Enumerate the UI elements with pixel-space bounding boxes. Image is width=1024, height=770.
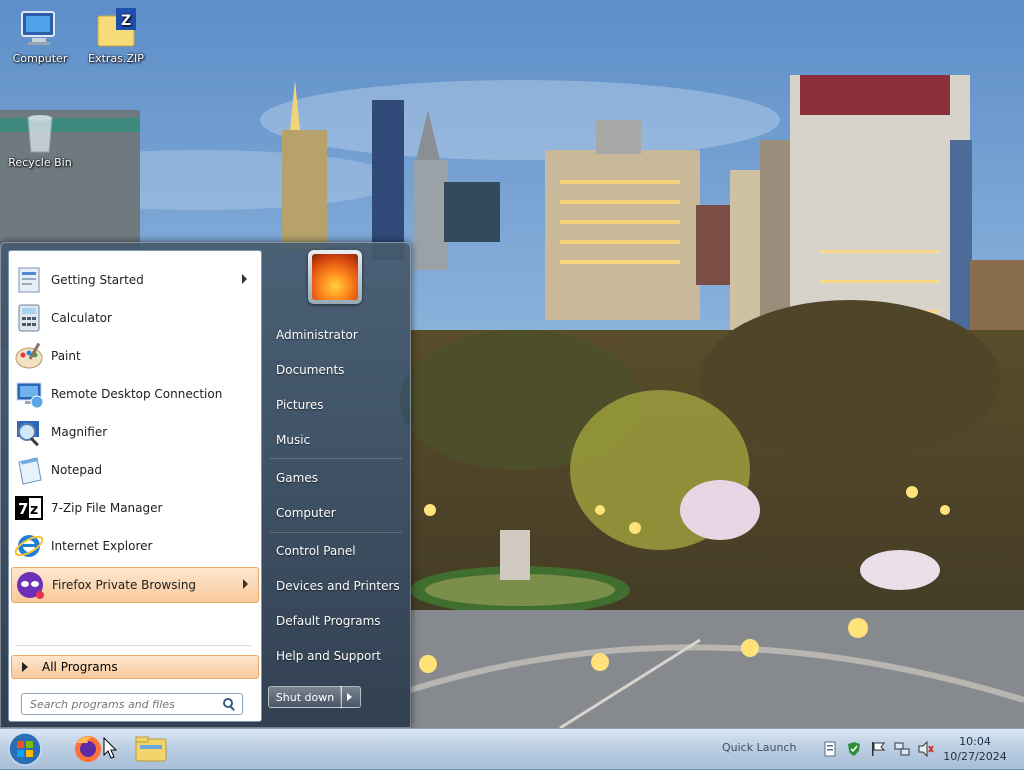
program-label: Paint [51, 349, 81, 363]
start-button[interactable] [6, 731, 44, 767]
desktop-icon-computer[interactable]: Computer [2, 6, 78, 65]
search-input[interactable] [28, 694, 222, 714]
svg-text:Z: Z [121, 13, 131, 29]
flag-icon[interactable] [870, 741, 886, 757]
action-center-icon[interactable] [822, 741, 838, 757]
program-label: Internet Explorer [51, 539, 153, 553]
search-box[interactable] [21, 693, 243, 715]
program-label: 7-Zip File Manager [51, 501, 163, 515]
program-firefox-private[interactable]: Firefox Private Browsing [11, 567, 259, 603]
program-label: Calculator [51, 311, 112, 325]
computer-icon [18, 6, 62, 50]
security-shield-icon[interactable] [846, 741, 862, 757]
programs-divider [15, 645, 251, 646]
7zip-icon: 7z [13, 492, 45, 524]
submenu-arrow-icon[interactable] [243, 579, 248, 589]
link-control-panel[interactable]: Control Panel [276, 544, 356, 558]
internet-explorer-icon [13, 530, 45, 562]
windows-orb-icon [8, 732, 42, 766]
program-paint[interactable]: Paint [11, 339, 257, 373]
getting-started-icon [13, 264, 45, 296]
firefox-private-icon [14, 569, 46, 601]
program-label: Getting Started [51, 273, 144, 287]
quick-launch-label[interactable]: Quick Launch [722, 741, 796, 754]
network-icon[interactable] [894, 741, 910, 757]
link-help-support[interactable]: Help and Support [276, 649, 381, 663]
clock-time: 10:04 [959, 735, 991, 748]
calculator-icon [13, 302, 45, 334]
program-7zip[interactable]: 7z 7-Zip File Manager [11, 491, 257, 525]
svg-text:z: z [30, 502, 38, 518]
paint-icon [13, 340, 45, 372]
folder-icon [135, 736, 167, 762]
link-music[interactable]: Music [276, 433, 310, 447]
link-administrator[interactable]: Administrator [276, 328, 358, 342]
places-divider [270, 458, 402, 459]
shutdown-button[interactable]: Shut down [268, 686, 342, 708]
flower-picture-icon [312, 254, 358, 300]
all-programs-arrow-icon [22, 662, 28, 672]
link-computer[interactable]: Computer [276, 506, 336, 520]
link-devices-printers[interactable]: Devices and Printers [276, 579, 400, 593]
all-programs-button[interactable]: All Programs [11, 655, 259, 679]
link-games[interactable]: Games [276, 471, 318, 485]
program-magnifier[interactable]: Magnifier [11, 415, 257, 449]
link-pictures[interactable]: Pictures [276, 398, 324, 412]
zip-folder-icon: Z [94, 6, 138, 50]
search-icon[interactable] [222, 697, 236, 711]
shutdown-options-button[interactable] [340, 686, 361, 708]
system-clock[interactable]: 10:04 10/27/2024 [940, 734, 1010, 764]
program-label: Magnifier [51, 425, 108, 439]
desktop-icon-label: Computer [12, 52, 68, 65]
taskbar-file-explorer[interactable] [130, 731, 172, 767]
notepad-icon [13, 454, 45, 486]
start-menu-programs-pane: Getting Started Calculator Paint Remote … [8, 250, 262, 722]
volume-muted-icon[interactable] [918, 740, 934, 758]
program-notepad[interactable]: Notepad [11, 453, 257, 487]
mouse-cursor-icon [102, 736, 118, 759]
start-menu-places-pane: Administrator Documents Pictures Music G… [262, 242, 408, 728]
remote-desktop-icon [13, 378, 45, 410]
all-programs-label: All Programs [42, 660, 118, 674]
user-avatar[interactable] [308, 250, 362, 304]
link-default-programs[interactable]: Default Programs [276, 614, 381, 628]
program-getting-started[interactable]: Getting Started [11, 263, 257, 297]
places-divider [270, 532, 402, 533]
desktop-icon-recycle-bin[interactable]: Recycle Bin [2, 110, 78, 169]
program-internet-explorer[interactable]: Internet Explorer [11, 529, 257, 563]
program-label: Remote Desktop Connection [51, 387, 223, 401]
program-remote-desktop[interactable]: Remote Desktop Connection [11, 377, 257, 411]
program-label: Notepad [51, 463, 102, 477]
magnifier-icon [13, 416, 45, 448]
svg-text:7: 7 [18, 500, 28, 518]
program-calculator[interactable]: Calculator [11, 301, 257, 335]
desktop-icon-label: Extras.ZIP [88, 52, 144, 65]
link-documents[interactable]: Documents [276, 363, 344, 377]
recycle-bin-icon [18, 110, 62, 154]
desktop-icon-label: Recycle Bin [8, 156, 72, 169]
desktop-icon-extras-zip[interactable]: Z Extras.ZIP [78, 6, 154, 65]
taskbar: Quick Launch 10:04 10/27/2024 [0, 728, 1024, 769]
submenu-arrow-icon[interactable] [242, 274, 247, 284]
clock-date: 10/27/2024 [943, 750, 1007, 763]
program-label: Firefox Private Browsing [52, 578, 197, 592]
start-menu: Getting Started Calculator Paint Remote … [0, 242, 411, 728]
